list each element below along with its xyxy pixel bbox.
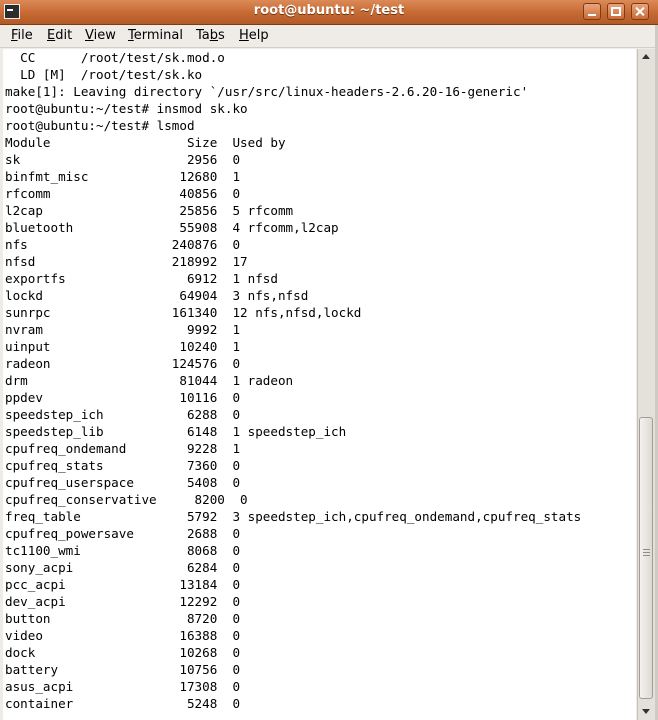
- terminal-line: Module Size Used by: [5, 135, 286, 150]
- menu-view[interactable]: View: [85, 28, 116, 43]
- terminal-line: freq_table 5792 3 speedstep_ich,cpufreq_…: [5, 509, 582, 524]
- terminal-line: sk 2956 0: [5, 152, 241, 167]
- terminal-line: nfs 240876 0: [5, 237, 241, 252]
- terminal-line: root@ubuntu:~/test# lsmod: [5, 118, 195, 133]
- close-button[interactable]: [631, 3, 649, 20]
- terminal-lines: CC /root/test/sk.mod.o LD [M] /root/test…: [5, 49, 581, 712]
- terminal-line: dev_acpi 12292 0: [5, 594, 241, 609]
- menu-file[interactable]: File: [11, 28, 33, 43]
- terminal-line: battery 10756 0: [5, 662, 241, 677]
- terminal-line: nfsd 218992 17: [5, 254, 248, 269]
- grip-line: [643, 555, 650, 556]
- terminal-line: cpufreq_ondemand 9228 1: [5, 441, 241, 456]
- terminal-line: root@ubuntu:~/test# insmod sk.ko: [5, 101, 248, 116]
- terminal-line: cpufreq_userspace 5408 0: [5, 475, 241, 490]
- terminal-line: l2cap 25856 5 rfcomm: [5, 203, 294, 218]
- terminal-line: exportfs 6912 1 nfsd: [5, 271, 278, 286]
- terminal-line: cpufreq_stats 7360 0: [5, 458, 241, 473]
- terminal-line: bluetooth 55908 4 rfcomm,l2cap: [5, 220, 339, 235]
- terminal-line: cpufreq_conservative 8200 0: [5, 492, 248, 507]
- terminal-line: container 5248 0: [5, 696, 241, 711]
- terminal-line: dock 10268 0: [5, 645, 241, 660]
- menu-terminal[interactable]: Terminal: [128, 28, 183, 43]
- maximize-button[interactable]: [607, 3, 625, 20]
- terminal-line: sunrpc 161340 12 nfs,nfsd,lockd: [5, 305, 362, 320]
- terminal-line: asus_acpi 17308 0: [5, 679, 241, 694]
- terminal-line: rfcomm 40856 0: [5, 186, 241, 201]
- terminal-line: LD [M] /root/test/sk.ko: [5, 67, 203, 82]
- title-bar[interactable]: root@ubuntu: ~/test: [0, 0, 658, 25]
- terminal-line: make[1]: Leaving directory `/usr/src/lin…: [5, 84, 529, 99]
- terminal-line: ppdev 10116 0: [5, 390, 241, 405]
- grip-line: [643, 549, 650, 550]
- terminal-line: speedstep_lib 6148 1 speedstep_ich: [5, 424, 347, 439]
- scroll-down-arrow-icon[interactable]: [640, 705, 653, 718]
- grip-line: [643, 552, 650, 553]
- terminal-line: cpufreq_powersave 2688 0: [5, 526, 241, 541]
- minimize-button[interactable]: [583, 3, 601, 20]
- terminal-output[interactable]: CC /root/test/sk.mod.o LD [M] /root/test…: [3, 49, 636, 720]
- terminal-line: pcc_acpi 13184 0: [5, 577, 241, 592]
- vertical-scrollbar[interactable]: [637, 49, 655, 720]
- terminal-line: video 16388 0: [5, 628, 241, 643]
- terminal-window: root@ubuntu: ~/test File Edit View Termi…: [0, 0, 658, 720]
- menu-edit[interactable]: Edit: [47, 28, 72, 43]
- scroll-up-arrow-icon[interactable]: [640, 51, 653, 64]
- terminal-line: tc1100_wmi 8068 0: [5, 543, 241, 558]
- terminal-line: lockd 64904 3 nfs,nfsd: [5, 288, 309, 303]
- terminal-line: sony_acpi 6284 0: [5, 560, 241, 575]
- terminal-line: CC /root/test/sk.mod.o: [5, 50, 225, 65]
- terminal-line: uinput 10240 1: [5, 339, 241, 354]
- terminal-line: drm 81044 1 radeon: [5, 373, 294, 388]
- scrollbar-thumb[interactable]: [639, 417, 653, 699]
- menu-help[interactable]: Help: [239, 28, 269, 43]
- terminal-line: speedstep_ich 6288 0: [5, 407, 241, 422]
- window-title: root@ubuntu: ~/test: [253, 3, 405, 18]
- menu-bar: File Edit View Terminal Tabs Help: [0, 25, 658, 48]
- terminal-line: radeon 124576 0: [5, 356, 241, 371]
- menu-tabs[interactable]: Tabs: [196, 28, 225, 43]
- terminal-line: button 8720 0: [5, 611, 241, 626]
- terminal-line: binfmt_misc 12680 1: [5, 169, 241, 184]
- terminal-line: nvram 9992 1: [5, 322, 241, 337]
